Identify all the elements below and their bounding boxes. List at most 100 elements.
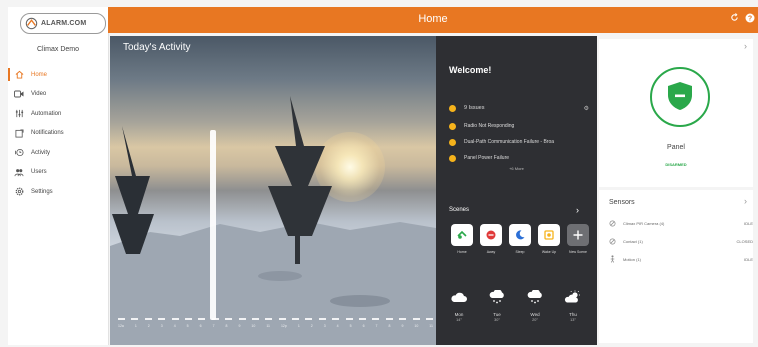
sensor-row[interactable]: Motion (1) IDLE [609, 254, 753, 264]
chevron-right-icon[interactable]: › [744, 196, 747, 206]
scenes-title: Scenes [449, 207, 470, 213]
refresh-icon[interactable] [728, 13, 740, 25]
panel-status-badge: DISARMED [665, 162, 687, 167]
weather-temp: 20° [532, 318, 538, 322]
timeline-label: 3 [160, 324, 163, 328]
sidebar-item-users[interactable]: Users [8, 163, 108, 183]
sidebar-item-automation[interactable]: Automation [8, 104, 108, 124]
automation-icon [14, 109, 24, 119]
scene-label: Wake Up [541, 250, 557, 254]
weather-day-name: Mon [454, 312, 464, 317]
chevron-right-icon[interactable]: › [744, 41, 747, 51]
scene-sleep-button[interactable]: Sleep [509, 224, 531, 254]
timeline-label: 5 [349, 324, 352, 328]
logo-text: ALARM.COM [41, 20, 87, 27]
issue-item[interactable]: Panel Power Failure [449, 152, 589, 164]
timeline-label: 1 [134, 324, 137, 328]
cloud-icon [451, 292, 467, 302]
sidebar-item-settings[interactable]: Settings [8, 182, 108, 202]
warning-icon [449, 104, 456, 112]
timeline-label: 9 [238, 324, 241, 328]
sensor-row[interactable]: Contact (1) CLOSED [609, 236, 753, 246]
sidebar-item-label: Automation [31, 110, 62, 117]
sidebar-item-home[interactable]: Home [8, 65, 108, 85]
sidebar-item-activity[interactable]: Activity [8, 143, 108, 163]
warning-icon [449, 154, 456, 162]
panel-card[interactable]: › Panel DISARMED [599, 39, 753, 187]
timeline-label: 4 [336, 324, 339, 328]
timeline-label: 8 [388, 324, 391, 328]
scene-new-scene-button[interactable]: New Scene [567, 224, 589, 254]
timeline-label: 11 [429, 324, 433, 328]
sensors-title: Sensors [609, 199, 635, 206]
snow-icon [527, 289, 542, 304]
timeline-label: 4 [173, 324, 176, 328]
sidebar-item-label: Activity [31, 149, 51, 156]
weather-day: Tue 30° [486, 289, 508, 322]
welcome-panel: Welcome! 9 Issues ⚙ Radio Not Responding… [436, 36, 597, 345]
user-name[interactable]: Climax Demo [8, 46, 108, 53]
timeline-label: 1 [297, 324, 300, 328]
timeline-label: 6 [362, 324, 365, 328]
top-bar: Home ? [108, 7, 758, 33]
landscape-illustration [110, 96, 436, 345]
scene-wake-up-button[interactable]: Wake Up [538, 224, 560, 254]
partly-sunny-icon [564, 290, 580, 303]
sidebar-item-video[interactable]: Video [8, 85, 108, 105]
sensor-name: Contact (1) [623, 238, 643, 244]
users-icon [14, 167, 24, 177]
scene-away-button[interactable]: Away [480, 224, 502, 254]
snow-icon [489, 289, 504, 304]
app-frame: ALARM.COM Climax Demo Home Video Automat… [0, 0, 758, 347]
timeline-label: 11 [266, 324, 270, 328]
svg-text:?: ? [748, 16, 752, 23]
sleep-scene-icon [509, 224, 531, 246]
away-scene-icon [480, 224, 502, 246]
timeline-label: 2 [310, 324, 313, 328]
timeline-label: 3 [323, 324, 326, 328]
alarm-com-logo[interactable]: ALARM.COM [20, 13, 106, 34]
sensor-name: Climax PIR Camera (4) [623, 220, 665, 226]
timeline-label: 5 [186, 324, 189, 328]
scene-label: New Scene [569, 250, 587, 254]
weather-day: Thu 13° [562, 290, 584, 322]
issue-text: Dual-Path Communication Failure - Broa [464, 139, 555, 145]
scene-home-button[interactable]: Home [451, 224, 473, 254]
video-icon [14, 89, 24, 99]
issues-summary[interactable]: 9 Issues ⚙ [449, 102, 589, 114]
weather-temp: 14° [456, 318, 462, 322]
issue-item[interactable]: Dual-Path Communication Failure - Broa [449, 136, 589, 148]
scene-label: Home [457, 250, 467, 254]
warning-icon [449, 122, 456, 130]
timeline-scrubber[interactable] [210, 130, 216, 320]
weather-day-name: Tue [493, 312, 501, 317]
chevron-right-icon[interactable]: › [576, 205, 579, 215]
sidebar-nav: Home Video Automation Notifications Acti… [8, 65, 108, 202]
timeline-label: 10 [414, 324, 419, 328]
timeline-label: 7 [212, 324, 215, 328]
sensor-state: IDLE [744, 220, 753, 226]
weather-day: Mon 14° [448, 290, 470, 322]
timeline-ticks [118, 318, 433, 320]
home-icon [14, 70, 24, 80]
scene-label: Sleep [515, 250, 525, 254]
welcome-title: Welcome! [449, 65, 492, 75]
shield-icon [668, 82, 692, 110]
sensor-row[interactable]: Climax PIR Camera (4) IDLE [609, 218, 753, 228]
help-icon[interactable]: ? [744, 13, 756, 25]
sensors-card[interactable]: Sensors › Climax PIR Camera (4) IDLE Con… [599, 190, 753, 343]
issue-item[interactable]: Radio Not Responding [449, 120, 589, 132]
sensor-state: IDLE [744, 256, 753, 262]
contact-sensor-icon [609, 238, 616, 244]
settings-small-icon[interactable]: ⚙ [584, 105, 589, 112]
page-title: Home [418, 13, 448, 25]
issues-count: 9 Issues [464, 105, 485, 111]
todays-activity-panel[interactable]: Today's Activity 12a 1 2 3 4 5 6 7 8 9 1… [110, 36, 436, 345]
more-issues-link[interactable]: +6 More [436, 166, 597, 171]
issue-text: Radio Not Responding [464, 123, 515, 129]
timeline-label: 10 [251, 324, 256, 328]
sidebar-item-label: Notifications [31, 130, 64, 137]
motion-sensor-icon [609, 220, 616, 226]
sidebar-item-notifications[interactable]: Notifications [8, 124, 108, 144]
timeline-label: 7 [375, 324, 378, 328]
